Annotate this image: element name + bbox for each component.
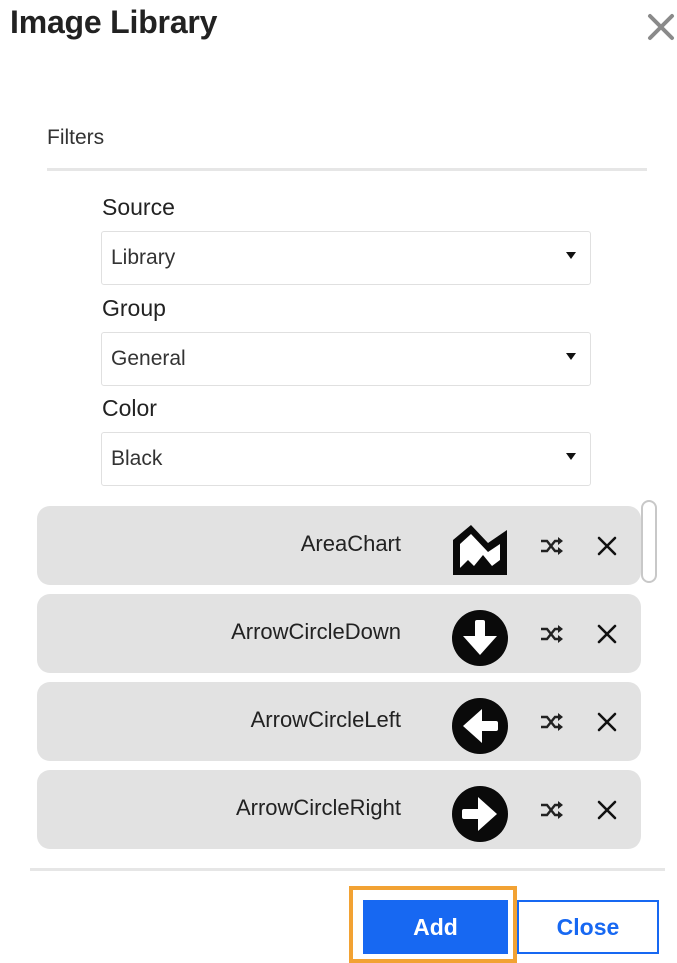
remove-icon[interactable]: [596, 799, 618, 821]
filters-heading: Filters: [47, 126, 105, 149]
list-scrollbar-thumb[interactable]: [641, 500, 657, 583]
image-list-item[interactable]: AreaChart: [37, 506, 641, 585]
remove-icon[interactable]: [596, 623, 618, 645]
dialog-title: Image Library: [10, 4, 218, 40]
image-name: AreaChart: [300, 531, 401, 556]
image-name: ArrowCircleDown: [231, 619, 401, 644]
shuffle-icon[interactable]: [539, 798, 565, 822]
shuffle-icon[interactable]: [539, 710, 565, 734]
footer-divider: [30, 868, 665, 871]
color-select-value: Black: [111, 447, 163, 470]
image-list: AreaChart ArrowCircleDown ArrowCircleLef…: [37, 500, 662, 858]
source-select-value: Library: [111, 246, 176, 269]
source-label: Source: [102, 194, 175, 220]
caret-down-icon: [566, 453, 576, 460]
shuffle-icon[interactable]: [539, 534, 565, 558]
arrow-circle-left-icon: [452, 698, 508, 754]
source-select[interactable]: Library: [101, 231, 591, 285]
color-label: Color: [102, 395, 157, 421]
shuffle-icon[interactable]: [539, 622, 565, 646]
close-icon[interactable]: [643, 9, 677, 45]
image-list-item[interactable]: ArrowCircleRight: [37, 770, 641, 849]
color-select[interactable]: Black: [101, 432, 591, 486]
group-select[interactable]: General: [101, 332, 591, 386]
group-label: Group: [102, 295, 166, 321]
caret-down-icon: [566, 353, 576, 360]
area-chart-icon: [453, 525, 507, 575]
image-name: ArrowCircleLeft: [250, 707, 401, 732]
arrow-circle-down-icon: [452, 610, 508, 666]
close-button[interactable]: Close: [517, 900, 659, 954]
caret-down-icon: [566, 252, 576, 259]
remove-icon[interactable]: [596, 535, 618, 557]
remove-icon[interactable]: [596, 711, 618, 733]
group-select-value: General: [111, 347, 186, 370]
image-list-item[interactable]: ArrowCircleDown: [37, 594, 641, 673]
arrow-circle-right-icon: [452, 786, 508, 842]
image-list-item[interactable]: ArrowCircleLeft: [37, 682, 641, 761]
image-name: ArrowCircleRight: [235, 795, 401, 820]
add-button[interactable]: Add: [363, 900, 508, 954]
filters-divider: [47, 168, 647, 171]
